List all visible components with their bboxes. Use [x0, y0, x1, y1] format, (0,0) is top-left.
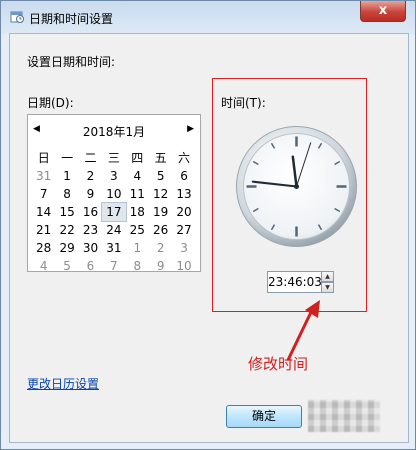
calendar-day[interactable]: 9 [79, 185, 102, 203]
weekday-header: 一 [61, 151, 74, 165]
calendar-day[interactable]: 11 [126, 185, 149, 203]
calendar-month-title[interactable]: 2018年1月 [28, 123, 200, 140]
analog-clock [236, 126, 357, 247]
calendar-day[interactable]: 7 [102, 257, 125, 275]
time-input[interactable]: 23:46:03 [267, 271, 322, 293]
window-title: 日期和时间设置 [29, 12, 114, 26]
calendar-day[interactable]: 23 [79, 221, 102, 239]
calendar-day[interactable]: 25 [126, 221, 149, 239]
date-label: 日期(D): [27, 96, 74, 110]
calendar-grid: 日一二三四五六 31 1 2 3 4 5 6 7 8 9 10 11 12 13 14 15 16 17 18 19 20… [32, 149, 196, 275]
weekday-header: 二 [84, 151, 97, 165]
calendar-day[interactable]: 5 [149, 167, 172, 185]
weekday-header: 日 [37, 151, 50, 165]
spin-up-icon[interactable]: ▲ [321, 271, 334, 282]
calendar-day[interactable]: 10 [172, 257, 195, 275]
calendar-day[interactable]: 6 [172, 167, 195, 185]
calendar-day[interactable]: 8 [126, 257, 149, 275]
calendar-day[interactable]: 31 [32, 167, 55, 185]
calendar: ◀ 2018年1月 ▶ 日一二三四五六 31 1 2 3 4 5 6 7 8 9 10 11 12 13 14… [27, 114, 201, 275]
calendar-day[interactable]: 30 [79, 239, 102, 257]
calendar-day[interactable]: 7 [32, 185, 55, 203]
clock-center [294, 184, 299, 189]
title-bar[interactable]: 日期和时间设置 x [1, 1, 416, 33]
calendar-day[interactable]: 20 [172, 203, 195, 221]
calendar-day[interactable]: 8 [55, 185, 78, 203]
calendar-day[interactable]: 24 [102, 221, 125, 239]
date-time-icon [10, 11, 24, 23]
dialog-content: 设置日期和时间: 日期(D): ◀ 2018年1月 ▶ 日一二三四五六 31 1 2 3… [9, 33, 409, 443]
calendar-day[interactable]: 17 [101, 202, 127, 222]
spin-down-icon[interactable]: ▼ [321, 282, 334, 293]
calendar-day[interactable]: 1 [126, 239, 149, 257]
blurred-cancel-button [308, 400, 380, 432]
weekday-header: 四 [131, 151, 144, 165]
weekday-header: 五 [154, 151, 167, 165]
calendar-day[interactable]: 2 [79, 167, 102, 185]
calendar-day[interactable]: 5 [55, 257, 78, 275]
calendar-day[interactable]: 29 [55, 239, 78, 257]
time-label: 时间(T): [221, 96, 266, 110]
dialog-window: 日期和时间设置 x 设置日期和时间: 日期(D): ◀ 2018年1月 ▶ 日一… [0, 0, 416, 450]
calendar-day[interactable]: 10 [102, 185, 125, 203]
calendar-day[interactable]: 1 [55, 167, 78, 185]
calendar-day[interactable]: 2 [149, 239, 172, 257]
calendar-day[interactable]: 3 [102, 167, 125, 185]
calendar-day[interactable]: 3 [172, 239, 195, 257]
ok-button[interactable]: 确定 [226, 405, 302, 428]
calendar-day[interactable]: 4 [126, 167, 149, 185]
calendar-day[interactable]: 16 [79, 203, 102, 221]
calendar-day[interactable]: 19 [149, 203, 172, 221]
calendar-day[interactable]: 9 [149, 257, 172, 275]
calendar-day[interactable]: 18 [126, 203, 149, 221]
dialog-heading: 设置日期和时间: [27, 55, 116, 69]
annotation-text: 修改时间 [248, 355, 309, 373]
calendar-day[interactable]: 21 [32, 221, 55, 239]
time-spinner[interactable]: ▲ ▼ [321, 271, 334, 293]
calendar-day[interactable]: 12 [149, 185, 172, 203]
change-calendar-settings-link[interactable]: 更改日历设置 [27, 375, 99, 392]
calendar-day[interactable]: 27 [172, 221, 195, 239]
weekday-header: 三 [107, 151, 120, 165]
triangle-right-icon[interactable]: ▶ [187, 124, 194, 134]
close-button[interactable]: x [360, 1, 406, 22]
calendar-day[interactable]: 14 [32, 203, 55, 221]
weekday-header: 六 [178, 151, 191, 165]
calendar-day[interactable]: 6 [79, 257, 102, 275]
calendar-day[interactable]: 13 [172, 185, 195, 203]
calendar-day[interactable]: 31 [102, 239, 125, 257]
calendar-day[interactable]: 26 [149, 221, 172, 239]
calendar-day[interactable]: 4 [32, 257, 55, 275]
calendar-day[interactable]: 15 [55, 203, 78, 221]
calendar-day[interactable]: 22 [55, 221, 78, 239]
calendar-day[interactable]: 28 [32, 239, 55, 257]
